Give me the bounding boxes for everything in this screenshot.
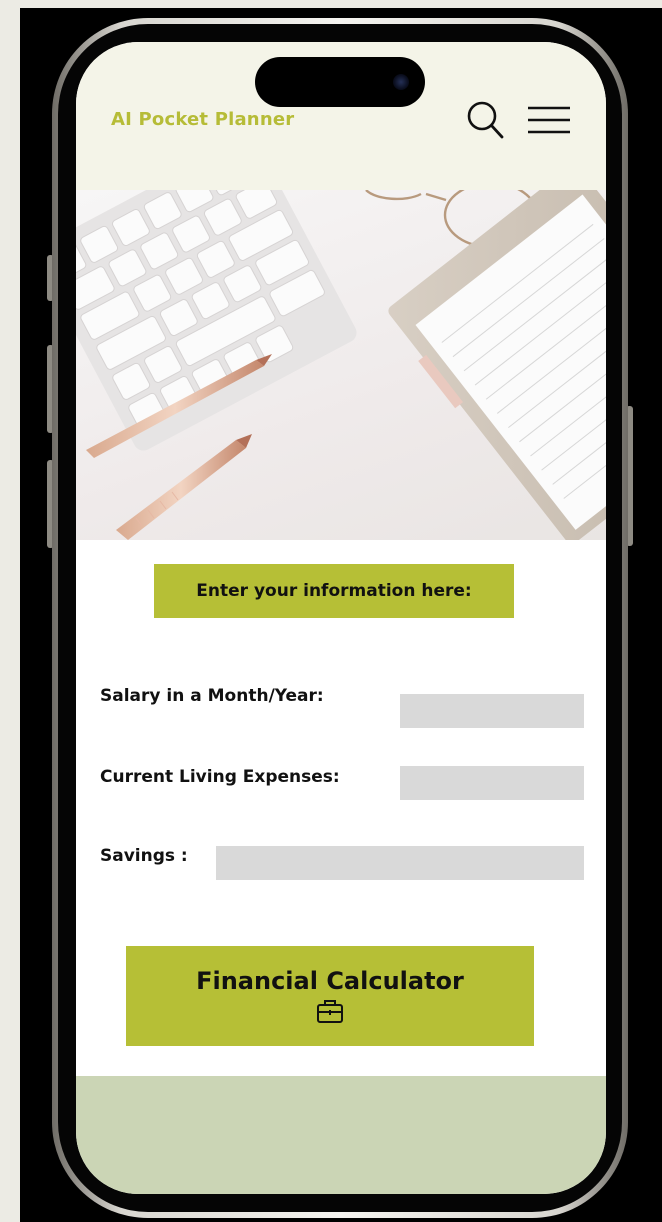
phone-screen: AI Pocket Planner Enter your information… [76,42,606,1194]
hamburger-menu-icon [528,106,570,134]
form-heading: Enter your information here: [196,581,472,601]
savings-label: Savings : [100,846,188,866]
form-section: Enter your information here: Salary in a… [76,540,606,1076]
brand-title: AI Pocket Planner [111,109,295,130]
form-heading-banner: Enter your information here: [154,564,514,618]
financial-calculator-label: Financial Calculator [196,967,464,995]
front-camera [393,74,409,90]
financial-calculator-button[interactable]: Financial Calculator [126,946,534,1046]
living-expenses-input[interactable] [400,766,584,800]
search-button[interactable] [466,100,506,140]
search-icon [467,101,504,139]
living-expenses-label: Current Living Expenses: [100,767,340,787]
salary-label: Salary in a Month/Year: [100,686,324,706]
footer [76,1076,606,1194]
savings-input[interactable] [216,846,584,880]
desk-flatlay-illustration [76,190,606,540]
menu-button[interactable] [526,104,572,136]
dynamic-island [255,57,425,107]
briefcase-icon [317,1000,343,1023]
salary-input[interactable] [400,694,584,728]
hero-image [76,190,606,540]
